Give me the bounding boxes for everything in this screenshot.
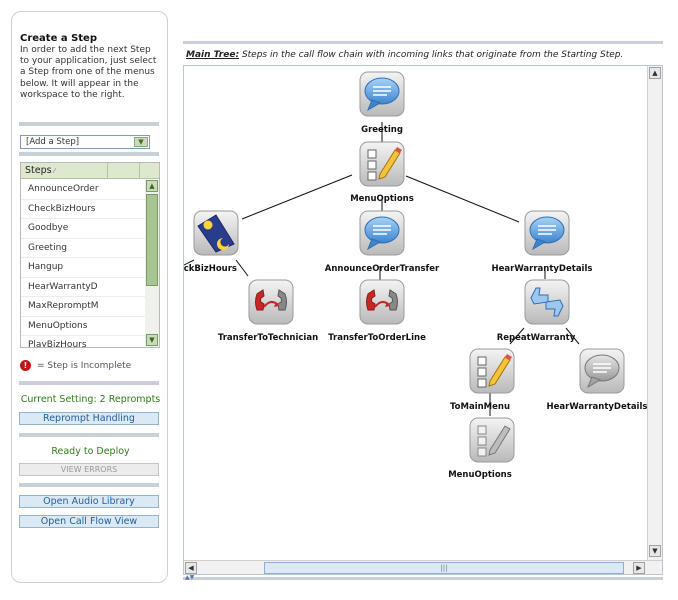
separator bbox=[19, 122, 159, 126]
sort-icon: ⁄ bbox=[51, 167, 55, 175]
open-call-flow-view-button[interactable]: Open Call Flow View bbox=[19, 515, 159, 528]
node-label: HearWarrantyDetails bbox=[547, 402, 647, 412]
flow-node-greeting[interactable]: Greeting bbox=[359, 71, 405, 135]
scroll-up-icon[interactable]: ▲ bbox=[649, 67, 661, 79]
separator bbox=[183, 577, 663, 580]
scroll-down-icon[interactable]: ▼ bbox=[146, 334, 158, 346]
workspace-vertical-scrollbar[interactable]: ▲ ▼ bbox=[647, 66, 662, 560]
connector-line bbox=[241, 174, 353, 220]
reprompt-handling-button[interactable]: Reprompt Handling bbox=[19, 412, 159, 425]
flow-node-transfertoorderline[interactable]: TransferToOrderLine bbox=[328, 279, 426, 343]
node-label: RepeatWarranty bbox=[497, 333, 576, 343]
incomplete-legend-text: = Step is Incomplete bbox=[37, 361, 132, 371]
node-label: MenuOptions bbox=[448, 470, 512, 480]
node-label: eckBizHours bbox=[184, 264, 237, 274]
flow-node-announceordertransfer[interactable]: AnnounceOrderTransfer bbox=[325, 210, 440, 274]
separator bbox=[19, 152, 159, 156]
steps-scrollbar[interactable]: ▲ ▼ bbox=[145, 180, 159, 347]
list-item[interactable]: MenuOptions bbox=[21, 317, 145, 336]
workspace-horizontal-scrollbar[interactable]: ◀ ||| ▶ bbox=[184, 560, 662, 574]
flow-node-checkbizhours[interactable]: eckBizHours bbox=[184, 210, 239, 274]
separator bbox=[19, 433, 159, 437]
current-setting-text: Current Setting: 2 Reprompts bbox=[20, 394, 161, 405]
flow-node-hearwarrantydetails-2[interactable]: HearWarrantyDetails bbox=[547, 348, 647, 412]
node-label: TransferToTechnician bbox=[218, 333, 318, 343]
list-item[interactable]: Goodbye bbox=[21, 219, 145, 239]
add-step-select-value: [Add a Step] bbox=[26, 137, 80, 147]
node-label: Greeting bbox=[361, 125, 403, 135]
tree-caption-label: Main Tree: bbox=[186, 50, 240, 60]
panel-instructions: In order to add the next Step to your ap… bbox=[20, 45, 157, 100]
node-label: ToMainMenu bbox=[450, 402, 510, 412]
list-item[interactable]: PlayBizHours bbox=[21, 336, 145, 347]
list-item[interactable]: CheckBizHours bbox=[21, 200, 145, 219]
list-item[interactable]: Greeting bbox=[21, 239, 145, 258]
steps-list: AnnounceOrder CheckBizHours Goodbye Gree… bbox=[21, 180, 145, 347]
deploy-status-text: Ready to Deploy bbox=[51, 446, 130, 457]
scroll-up-icon[interactable]: ▲ bbox=[146, 180, 158, 192]
chevron-down-icon[interactable]: ▼ bbox=[134, 137, 148, 147]
list-item[interactable]: Hangup bbox=[21, 258, 145, 278]
list-item[interactable]: HearWarrantyD bbox=[21, 278, 145, 297]
list-item[interactable]: AnnounceOrder bbox=[21, 180, 145, 200]
steps-header-label: Steps bbox=[25, 165, 52, 176]
flow-node-tomainmenu[interactable]: ToMainMenu bbox=[450, 348, 515, 412]
node-label: MenuOptions bbox=[350, 194, 414, 204]
connector-line bbox=[405, 175, 520, 223]
node-tile bbox=[469, 417, 515, 463]
node-label: HearWarrantyDetails bbox=[492, 264, 593, 274]
node-label: TransferToOrderLine bbox=[328, 333, 426, 343]
flow-node-menuoptions-2[interactable]: MenuOptions bbox=[448, 417, 515, 480]
scroll-right-icon[interactable]: ▶ bbox=[633, 562, 645, 574]
separator bbox=[19, 483, 159, 487]
steps-column-header[interactable]: Steps ⁄ bbox=[21, 163, 159, 179]
tree-caption-text: Steps in the call flow chain with incomi… bbox=[241, 50, 624, 60]
list-item[interactable]: MaxRepromptM bbox=[21, 297, 145, 317]
flow-node-hearwarrantydetails[interactable]: HearWarrantyDetails bbox=[492, 210, 593, 274]
scroll-thumb[interactable] bbox=[146, 194, 158, 286]
error-icon: ! bbox=[20, 360, 31, 371]
tree-caption: Main Tree: Steps in the call flow chain … bbox=[186, 50, 623, 60]
separator bbox=[19, 381, 159, 385]
scroll-left-icon[interactable]: ◀ bbox=[185, 562, 197, 574]
node-label: AnnounceOrderTransfer bbox=[325, 264, 440, 274]
call-flow-tree[interactable]: Greeting MenuOptions eckBizHours bbox=[184, 66, 647, 560]
scroll-down-icon[interactable]: ▼ bbox=[649, 545, 661, 557]
call-flow-workspace[interactable]: Greeting MenuOptions eckBizHours bbox=[183, 65, 663, 575]
column-divider bbox=[107, 163, 108, 179]
scroll-thumb[interactable]: ||| bbox=[264, 562, 624, 574]
connector-line bbox=[235, 259, 249, 277]
flow-node-menuoptions[interactable]: MenuOptions bbox=[350, 141, 414, 204]
column-divider bbox=[139, 163, 140, 179]
separator bbox=[183, 41, 663, 44]
collapse-arrows-icon[interactable]: ▲▼ bbox=[185, 574, 194, 581]
panel-title: Create a Step bbox=[20, 33, 97, 44]
view-errors-button[interactable]: VIEW ERRORS bbox=[19, 463, 159, 476]
flow-node-transfertotechnician[interactable]: TransferToTechnician bbox=[218, 279, 318, 343]
create-step-panel: Create a Step In order to add the next S… bbox=[11, 11, 168, 583]
add-step-select[interactable]: [Add a Step] ▼ bbox=[20, 135, 150, 149]
flow-node-repeatwarranty[interactable]: RepeatWarranty bbox=[497, 279, 576, 343]
incomplete-legend: ! = Step is Incomplete bbox=[20, 360, 131, 371]
open-audio-library-button[interactable]: Open Audio Library bbox=[19, 495, 159, 508]
steps-list-box: Steps ⁄ AnnounceOrder CheckBizHours Good… bbox=[20, 162, 160, 348]
